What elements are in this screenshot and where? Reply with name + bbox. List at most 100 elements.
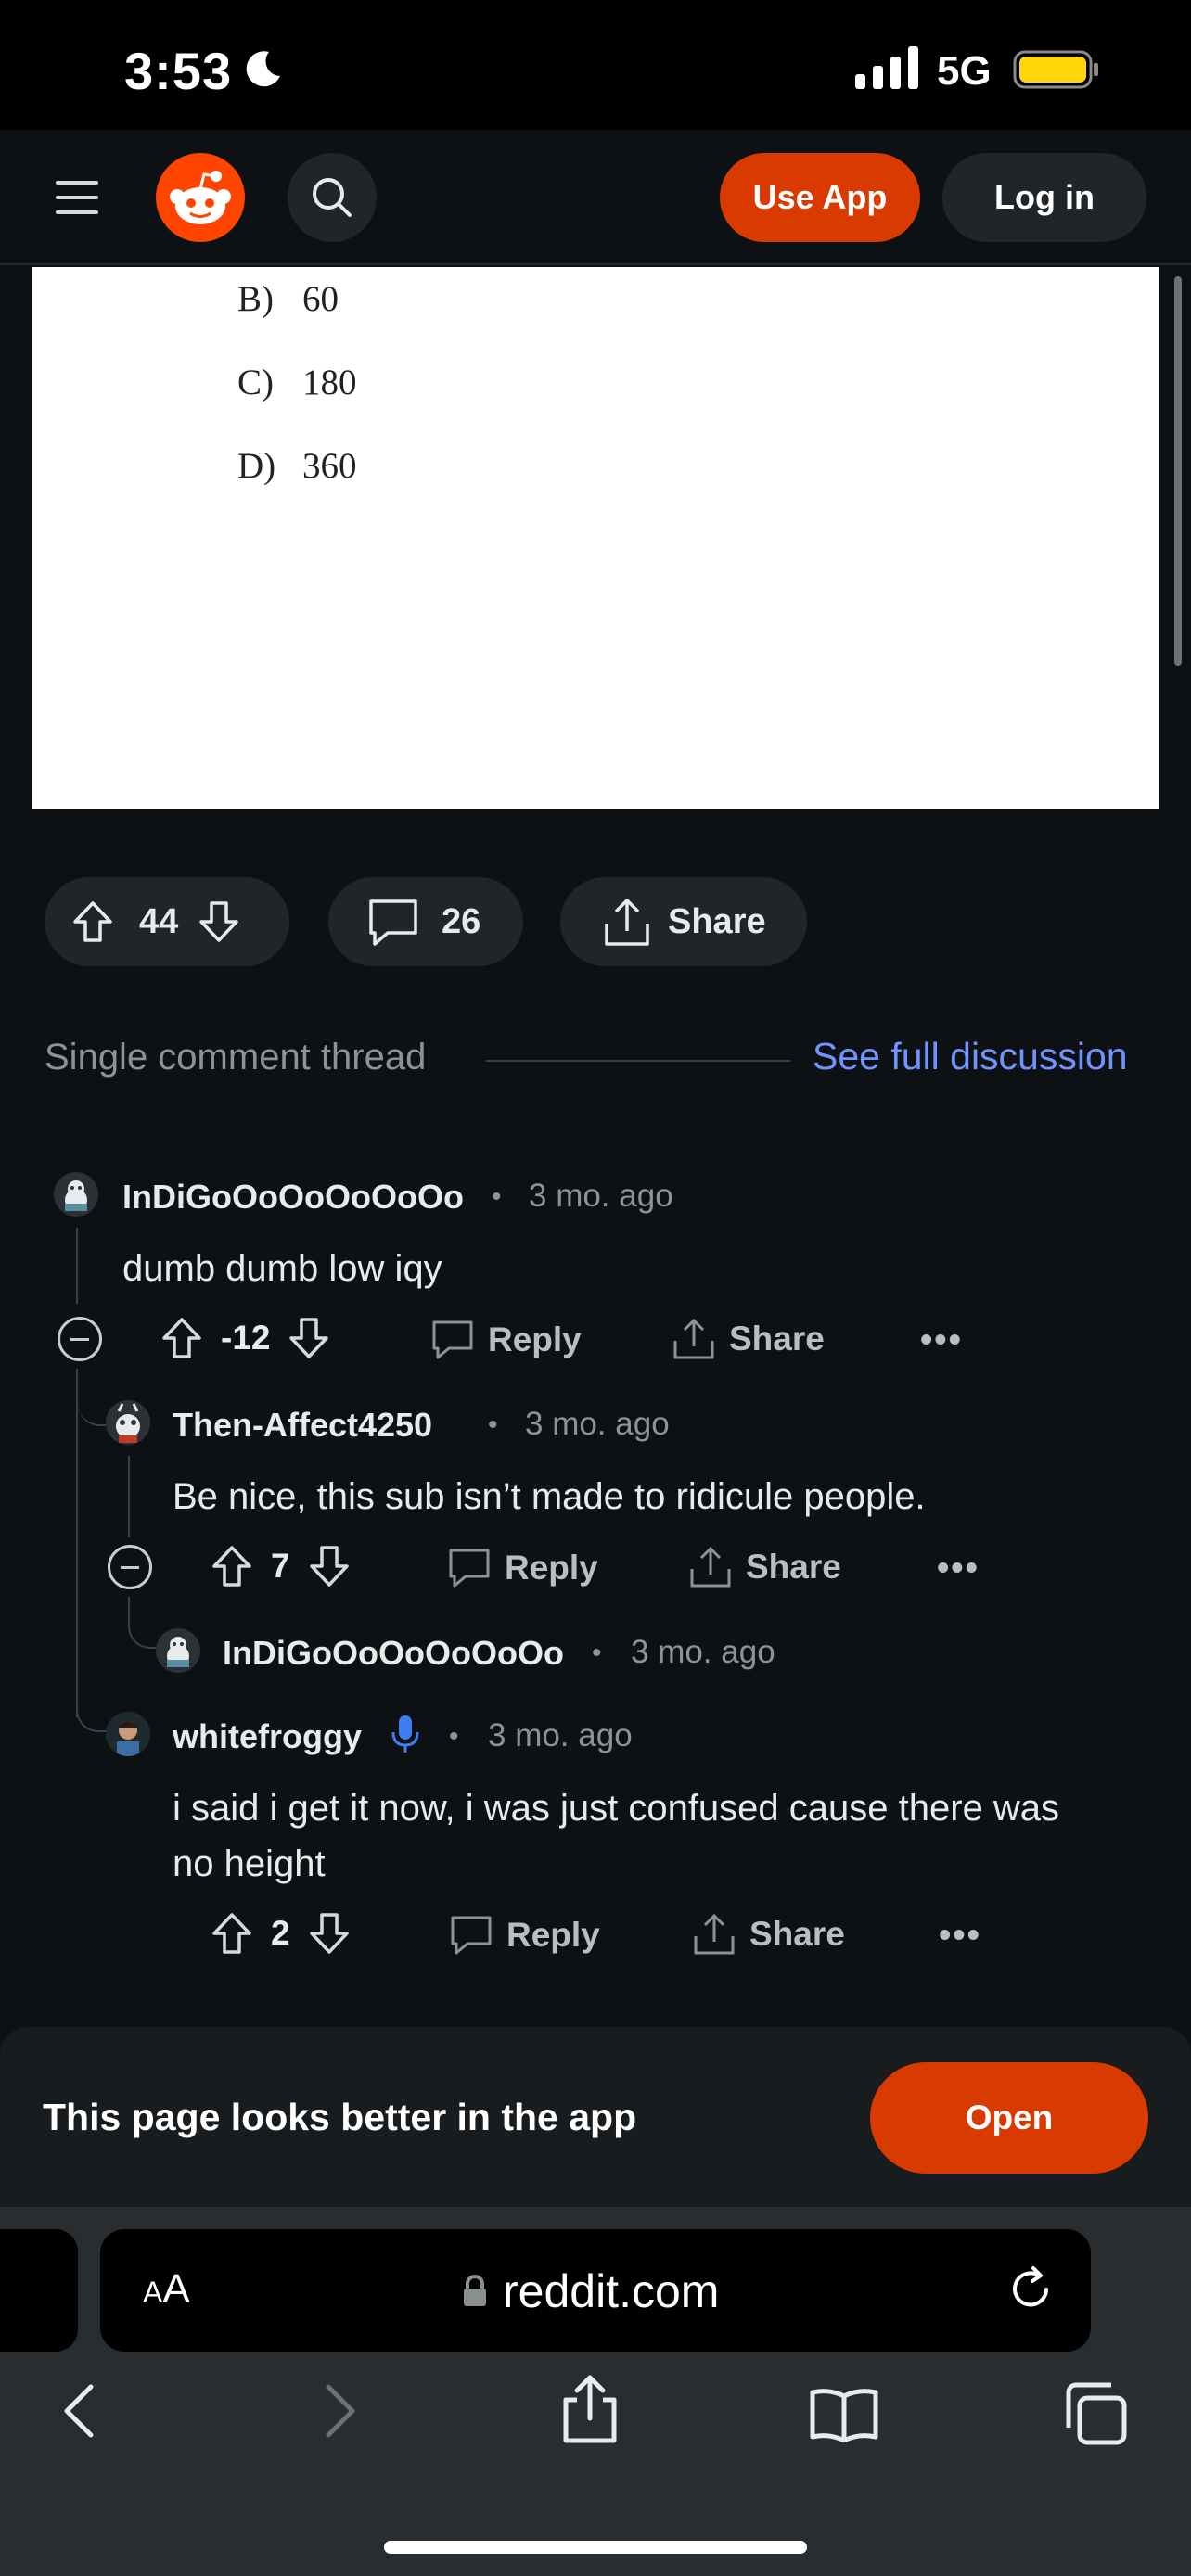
share-icon: [688, 1545, 733, 1589]
downvote-icon[interactable]: [198, 900, 239, 943]
share-button[interactable]: Share: [560, 877, 807, 966]
open-app-button[interactable]: Open: [870, 2062, 1148, 2174]
comment-time[interactable]: 3 mo. ago: [631, 1634, 775, 1671]
reply-button[interactable]: Reply: [447, 1547, 598, 1589]
more-options-button[interactable]: •••: [939, 1916, 981, 1956]
reload-icon[interactable]: [1005, 2264, 1056, 2315]
browser-toolbar: AA reddit.com: [0, 2207, 1191, 2576]
reply-icon: [430, 1319, 475, 1361]
answer-option-d: D) 360: [237, 446, 357, 486]
avatar[interactable]: [106, 1400, 150, 1445]
comment-count: 26: [442, 901, 481, 941]
comment-author[interactable]: InDiGoOoOoOoOoOo: [223, 1634, 564, 1673]
site-header: Use App Log in: [0, 130, 1191, 265]
reader-options-button[interactable]: AA: [143, 2266, 190, 2313]
upvote-icon[interactable]: [211, 1912, 252, 1955]
vote-controls: 2: [211, 1912, 350, 1955]
downvote-icon[interactable]: [288, 1317, 329, 1359]
thread-line[interactable]: [76, 1228, 78, 1304]
microphone-icon: [390, 1714, 421, 1756]
share-icon: [692, 1912, 736, 1957]
tabs-icon[interactable]: [1063, 2381, 1128, 2446]
thread-line[interactable]: [128, 1456, 130, 1537]
thread-connector: [78, 1371, 106, 1426]
comment-author[interactable]: InDiGoOoOoOoOoOo: [122, 1178, 464, 1217]
upvote-icon[interactable]: [72, 900, 113, 943]
separator-dot: •: [449, 1721, 459, 1752]
avatar[interactable]: [106, 1712, 150, 1756]
vote-controls: 7: [211, 1545, 350, 1588]
scrollbar[interactable]: [1174, 276, 1182, 666]
vote-controls: -12: [161, 1317, 329, 1359]
see-full-discussion-link[interactable]: See full discussion: [813, 1035, 1128, 1078]
more-options-button[interactable]: •••: [937, 1549, 980, 1588]
thread-connector: [128, 1597, 156, 1649]
log-in-button[interactable]: Log in: [942, 153, 1146, 242]
vote-pill: 44: [45, 877, 289, 966]
address-bar[interactable]: AA reddit.com: [100, 2229, 1091, 2352]
search-button[interactable]: [288, 153, 377, 242]
comment-body: dumb dumb low iqy: [122, 1248, 442, 1289]
comment-body-line: i said i get it now, i was just confused…: [173, 1788, 1060, 1829]
reply-button[interactable]: Reply: [449, 1914, 600, 1957]
status-bar: 3:53 5G: [0, 0, 1191, 130]
share-label: Share: [668, 901, 766, 941]
battery-icon: [1013, 50, 1100, 89]
thread-connector: [76, 1669, 108, 1732]
comment-time[interactable]: 3 mo. ago: [529, 1178, 673, 1215]
network-type: 5G: [937, 48, 992, 94]
forward-icon[interactable]: [315, 2381, 362, 2441]
thread-line[interactable]: [76, 1369, 78, 1717]
url-display[interactable]: reddit.com: [462, 2264, 719, 2318]
bookmarks-icon[interactable]: [809, 2387, 879, 2442]
answer-option-c: C) 180: [237, 363, 357, 402]
comments-button[interactable]: 26: [328, 877, 523, 966]
downvote-icon[interactable]: [309, 1912, 350, 1955]
reddit-logo-icon[interactable]: [156, 153, 245, 242]
thread-divider: [486, 1060, 790, 1062]
vote-count: 44: [139, 901, 179, 941]
status-time: 3:53: [124, 42, 233, 100]
back-icon[interactable]: [58, 2381, 104, 2441]
comment-share-button[interactable]: Share: [672, 1317, 825, 1361]
avatar[interactable]: [156, 1628, 200, 1673]
home-indicator[interactable]: [384, 2541, 807, 2554]
share-icon: [601, 896, 653, 948]
separator-dot: •: [492, 1181, 502, 1212]
lock-icon: [464, 2275, 486, 2306]
comment-share-button[interactable]: Share: [692, 1912, 845, 1957]
post-image[interactable]: B) 60 C) 180 D) 360: [32, 267, 1159, 809]
reply-button[interactable]: Reply: [430, 1319, 582, 1361]
comment-author[interactable]: whitefroggy: [173, 1717, 362, 1756]
reply-icon: [447, 1547, 492, 1589]
open-in-app-banner: This page looks better in the app Open: [0, 2027, 1191, 2207]
comment-body-line: no height: [173, 1843, 326, 1884]
comment-vote-count: 2: [271, 1914, 290, 1952]
thread-label: Single comment thread: [45, 1037, 427, 1078]
answer-option-b: B) 60: [237, 279, 339, 319]
comment-vote-count: 7: [271, 1547, 290, 1585]
collapse-button[interactable]: [108, 1545, 152, 1589]
comment-share-button[interactable]: Share: [688, 1545, 841, 1589]
banner-text: This page looks better in the app: [43, 2096, 637, 2138]
upvote-icon[interactable]: [211, 1545, 252, 1588]
use-app-button[interactable]: Use App: [720, 153, 920, 242]
avatar[interactable]: [54, 1172, 98, 1217]
comment-time[interactable]: 3 mo. ago: [525, 1406, 670, 1443]
comment-body: Be nice, this sub isn’t made to ridicule…: [173, 1476, 926, 1517]
collapse-button[interactable]: [58, 1317, 102, 1361]
share-icon: [672, 1317, 716, 1361]
menu-icon[interactable]: [56, 179, 98, 216]
comment-icon: [367, 896, 419, 948]
separator-dot: •: [592, 1638, 602, 1668]
reply-icon: [449, 1914, 493, 1957]
more-options-button[interactable]: •••: [920, 1320, 963, 1360]
comment-time[interactable]: 3 mo. ago: [488, 1717, 633, 1754]
comment-vote-count: -12: [221, 1319, 271, 1357]
share-sheet-icon[interactable]: [560, 2374, 620, 2444]
downvote-icon[interactable]: [309, 1545, 350, 1588]
signal-icon: [855, 46, 920, 89]
upvote-icon[interactable]: [161, 1317, 202, 1359]
previous-tab-preview[interactable]: [0, 2229, 78, 2352]
comment-author[interactable]: Then-Affect4250: [173, 1406, 432, 1445]
